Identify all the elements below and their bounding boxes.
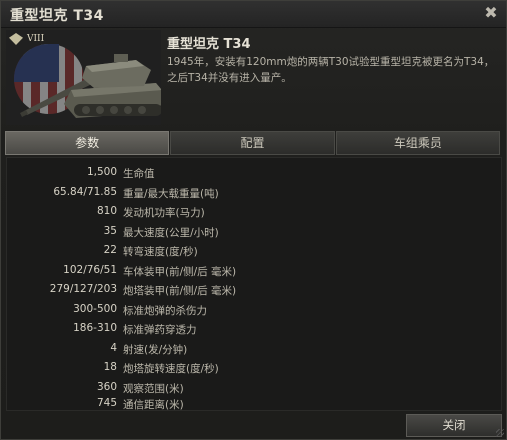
resize-grip-icon[interactable]	[496, 429, 504, 437]
stat-value: 186-310	[73, 322, 117, 334]
stat-label: 标准弹药穿透力	[123, 324, 197, 336]
tank-icon	[20, 54, 161, 118]
stat-value: 279/127/203	[49, 283, 117, 295]
stat-row: 1,500 生命值	[7, 163, 501, 182]
tab-configuration[interactable]: 配置	[170, 131, 335, 155]
window-title: 重型坦克 T34	[10, 8, 104, 24]
stat-label: 射速(发/分钟)	[123, 343, 188, 356]
stat-row: 22 转弯速度(度/秒)	[7, 241, 501, 260]
stat-label: 炮塔旋转速度(度/秒)	[123, 363, 219, 375]
stat-label: 转弯速度(度/秒)	[123, 246, 198, 258]
stat-label: 重量/最大载重量(吨)	[123, 187, 219, 200]
close-button[interactable]: 关闭	[406, 414, 502, 437]
stat-label: 通信距离(米)	[123, 399, 184, 411]
stat-label: 最大速度(公里/小时)	[123, 226, 219, 239]
stats-panel: 1,500 生命值 65.84/71.85 重量/最大载重量(吨) 810 发动…	[6, 157, 502, 411]
tier-badge: VIII	[9, 33, 44, 45]
stat-value: 22	[103, 244, 117, 256]
stat-value: 18	[103, 361, 117, 373]
stat-row: 4 射速(发/分钟)	[7, 339, 501, 358]
vehicle-info-window: 重型坦克 T34 ✖ VIII 重型坦克 T34 1945年，安装有120mm炮…	[0, 0, 507, 440]
stat-label: 标准炮弹的杀伤力	[123, 304, 207, 317]
vehicle-name: 重型坦克 T34	[167, 37, 251, 52]
tab-bar: 参数 配置 车组乘员	[5, 131, 500, 155]
stat-value: 360	[96, 380, 117, 393]
title-bar[interactable]: 重型坦克 T34 ✖	[1, 1, 506, 28]
stat-value: 4	[110, 341, 117, 354]
stat-value: 35	[103, 224, 117, 237]
stat-row: 745 通信距离(米)	[7, 394, 501, 413]
stat-label: 发动机功率(马力)	[123, 207, 205, 219]
stat-value: 65.84/71.85	[53, 185, 117, 198]
stat-row: 65.84/71.85 重量/最大载重量(吨)	[7, 183, 501, 202]
stat-value: 810	[96, 205, 117, 217]
stat-row: 35 最大速度(公里/小时)	[7, 222, 501, 241]
stat-row: 300-500 标准炮弹的杀伤力	[7, 300, 501, 319]
tank-image: VIII	[6, 30, 161, 125]
tab-parameters[interactable]: 参数	[5, 131, 170, 155]
stat-row: 186-310 标准弹药穿透力	[7, 319, 501, 338]
stat-label: 车体装甲(前/侧/后 毫米)	[123, 265, 237, 278]
stat-row: 810 发动机功率(马力)	[7, 202, 501, 221]
stat-row: 279/127/203 炮塔装甲(前/侧/后 毫米)	[7, 280, 501, 299]
stat-value: 300-500	[73, 302, 117, 315]
close-icon[interactable]: ✖	[482, 4, 500, 22]
stat-label: 生命值	[123, 168, 155, 180]
tab-crew[interactable]: 车组乘员	[335, 131, 500, 155]
tier-label: VIII	[27, 34, 45, 44]
stat-value: 102/76/51	[63, 263, 117, 276]
stat-value: 1,500	[86, 166, 117, 178]
heavy-tank-icon	[9, 33, 23, 45]
stat-label: 炮塔装甲(前/侧/后 毫米)	[123, 285, 237, 297]
stat-value: 745	[96, 397, 117, 409]
stat-row: 102/76/51 车体装甲(前/侧/后 毫米)	[7, 261, 501, 280]
vehicle-description: 1945年，安装有120mm炮的两辆T30试验型重型坦克被更名为T34，之后T3…	[167, 56, 495, 84]
stat-row: 18 炮塔旋转速度(度/秒)	[7, 358, 501, 377]
